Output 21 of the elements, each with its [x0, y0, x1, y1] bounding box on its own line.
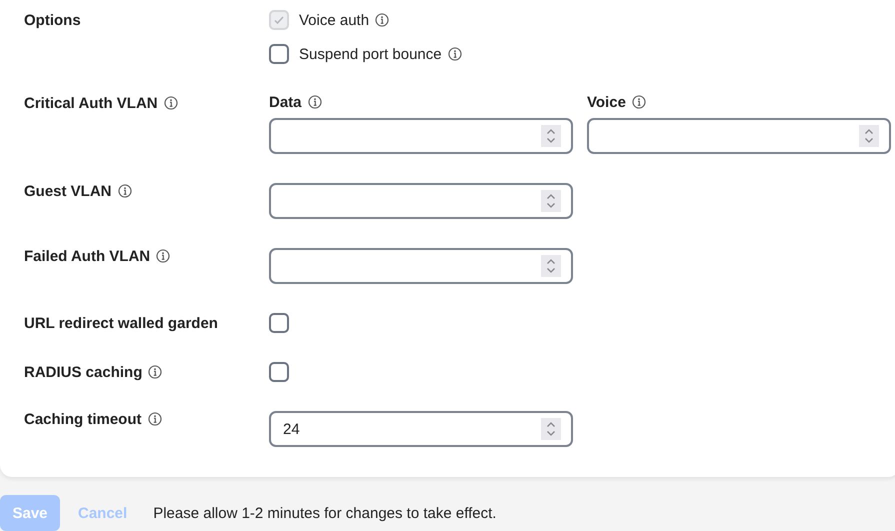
number-field[interactable] — [269, 183, 573, 219]
number-field[interactable] — [269, 248, 573, 284]
field-label: Options — [24, 12, 81, 28]
field-label: Critical Auth VLAN — [24, 94, 158, 112]
field-label: URL redirect walled garden — [24, 314, 218, 332]
checkbox[interactable] — [269, 362, 289, 382]
checkbox[interactable] — [269, 313, 289, 333]
info-message: Please allow 1-2 minutes for changes to take effect. — [153, 504, 496, 522]
field-label: Caching timeout — [24, 410, 142, 428]
check-icon — [273, 14, 285, 26]
number-field[interactable]: 24 — [269, 411, 573, 447]
field-label: Data — [269, 94, 302, 110]
field-label: Suspend port bounce — [299, 46, 442, 62]
number-field[interactable] — [587, 118, 891, 154]
number-field[interactable] — [269, 118, 573, 154]
field-label: RADIUS caching — [24, 364, 142, 380]
field-label: Failed Auth VLAN — [24, 248, 150, 264]
field-label: Voice — [587, 94, 626, 110]
field-label: Voice auth — [299, 12, 370, 28]
checkbox[interactable] — [269, 44, 289, 64]
field-label: Guest VLAN — [24, 182, 112, 200]
